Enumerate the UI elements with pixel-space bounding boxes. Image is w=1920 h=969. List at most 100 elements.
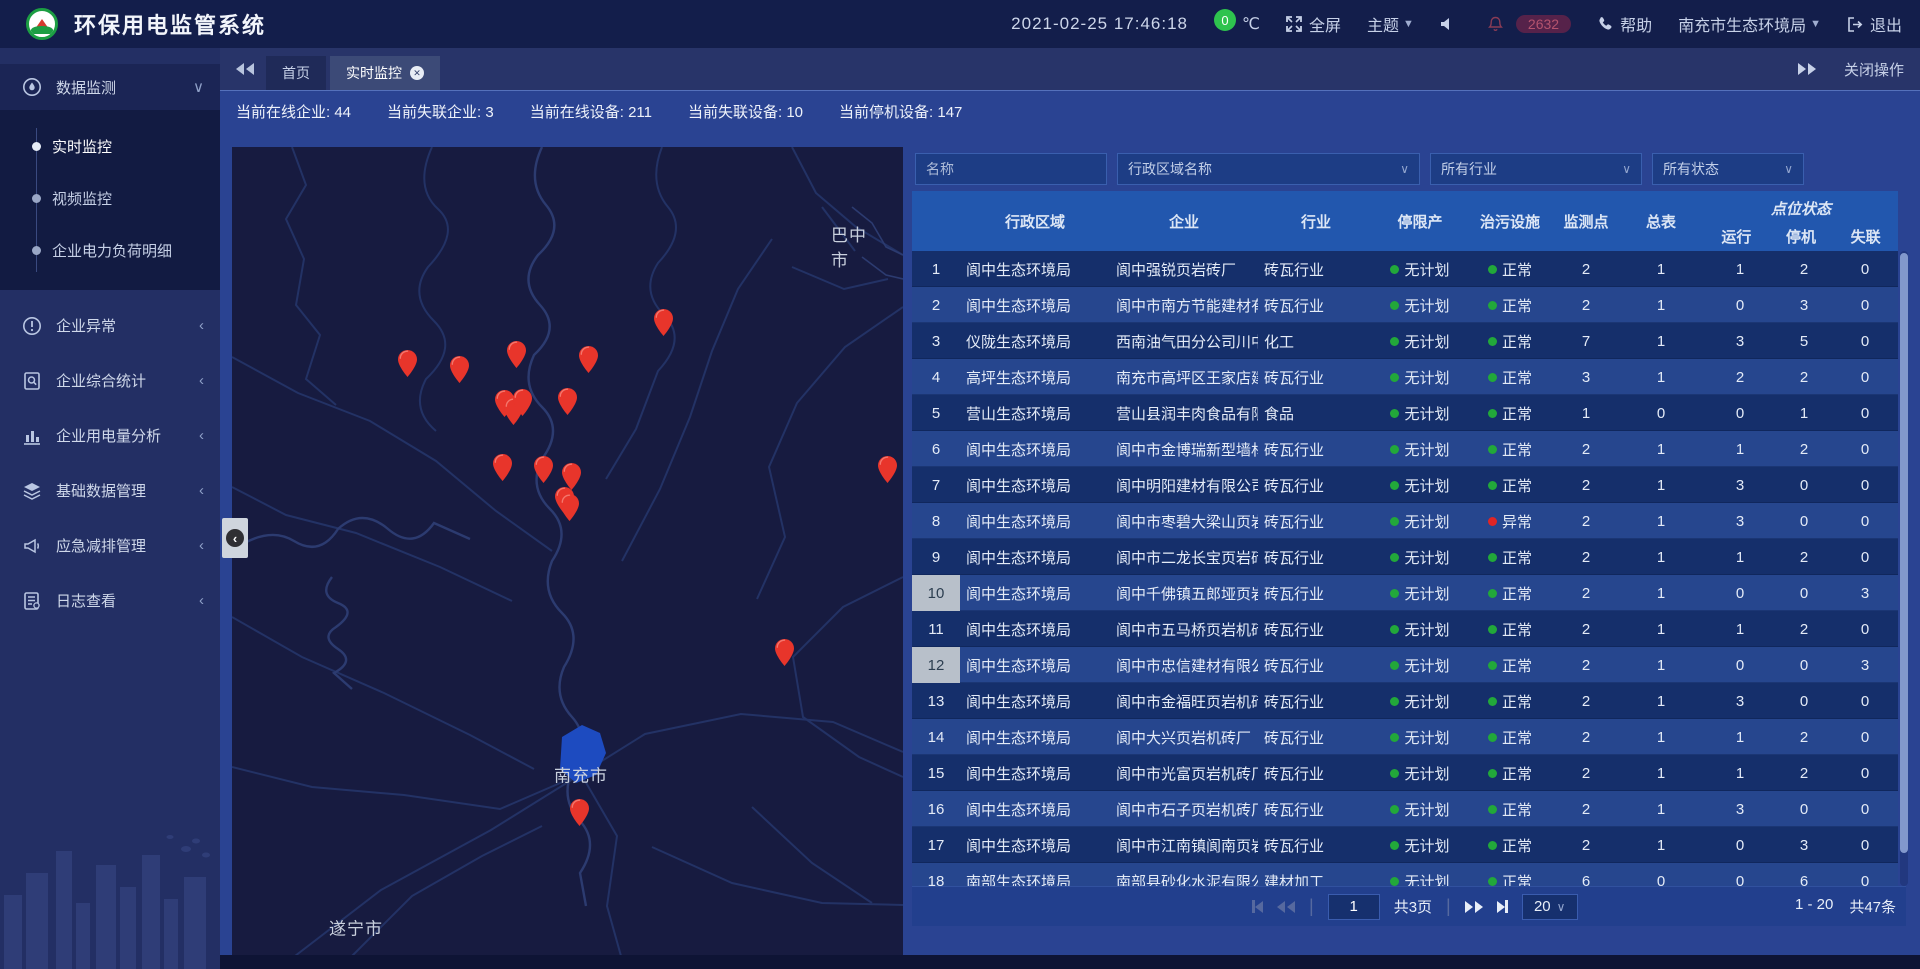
table-row[interactable]: 1 阆中生态环境局 阆中强锐页岩砖厂 砖瓦行业 无计划 正常 2 1 1 2 0	[912, 251, 1898, 287]
cell-industry: 砖瓦行业	[1258, 431, 1374, 467]
map-pin[interactable]	[450, 356, 469, 383]
chevron-down-icon: ∨	[1400, 162, 1409, 176]
sidebar-section-enterprise-statistics[interactable]: 企业综合统计 ‹	[0, 353, 220, 408]
status-select[interactable]: 所有状态 ∨	[1652, 153, 1804, 185]
status-dot-icon	[1488, 661, 1497, 670]
sidebar-section-data-monitor[interactable]: 数据监测 ∨	[0, 64, 220, 110]
table-row[interactable]: 10 阆中生态环境局 阆中千佛镇五郎垭页岩 砖瓦行业 无计划 正常 2 1 0 …	[912, 575, 1898, 611]
table-scrollbar[interactable]	[1900, 251, 1908, 886]
cell-monitor-points: 2	[1554, 827, 1618, 863]
app-root: 环保用电监管系统 2021-02-25 17:46:18 0 ℃ 全屏 主题 ▼	[0, 0, 1920, 969]
water-monitor-icon	[22, 77, 42, 97]
map-pin[interactable]	[507, 341, 526, 368]
theme-dropdown[interactable]: 主题 ▼	[1367, 12, 1414, 36]
map-pin[interactable]	[398, 350, 417, 377]
sidebar-section-emergency-reduction[interactable]: 应急减排管理 ‹	[0, 518, 220, 573]
chevron-left-icon: ‹	[199, 592, 204, 609]
table-row[interactable]: 8 阆中生态环境局 阆中市枣碧大梁山页岩 砖瓦行业 无计划 异常 2 1 3 0…	[912, 503, 1898, 539]
sidebar-section-base-data[interactable]: 基础数据管理 ‹	[0, 463, 220, 518]
table-row[interactable]: 18 南部生态环境局 南部县砂化水泥有限公 建材加工 无计划 正常 6 0 0 …	[912, 863, 1898, 886]
group-header-label: 点位状态	[1704, 191, 1898, 221]
fullscreen-button[interactable]: 全屏	[1286, 12, 1341, 36]
tabs-scroll-right-button[interactable]	[1798, 63, 1816, 75]
cell-halt-count: 2	[1776, 539, 1832, 575]
map-pin[interactable]	[513, 389, 532, 416]
chevron-left-icon: ‹	[199, 372, 204, 389]
temperature-value-badge: 0	[1214, 9, 1236, 31]
table-body: 1 阆中生态环境局 阆中强锐页岩砖厂 砖瓦行业 无计划 正常 2 1 1 2 0…	[912, 251, 1898, 886]
last-page-button[interactable]	[1497, 900, 1508, 913]
industry-select[interactable]: 所有行业 ∨	[1430, 153, 1642, 185]
tab-realtime-monitor[interactable]: 实时监控 ✕	[330, 56, 440, 90]
cell-industry: 砖瓦行业	[1258, 755, 1374, 791]
map-pin[interactable]	[493, 454, 512, 481]
table-row[interactable]: 9 阆中生态环境局 阆中市二龙长宝页岩砖 砖瓦行业 无计划 正常 2 1 1 2…	[912, 539, 1898, 575]
cell-industry: 砖瓦行业	[1258, 467, 1374, 503]
close-operations-button[interactable]: 关闭操作	[1844, 59, 1904, 80]
cell-facility-status: 正常	[1466, 575, 1554, 611]
cell-total-meters: 1	[1618, 287, 1704, 323]
prev-page-button[interactable]	[1277, 901, 1295, 913]
cell-facility-status: 正常	[1466, 359, 1554, 395]
table-row[interactable]: 4 高坪生态环境局 南充市高坪区王家店建 砖瓦行业 无计划 正常 3 1 2 2…	[912, 359, 1898, 395]
region-select[interactable]: 行政区域名称 ∨	[1117, 153, 1420, 185]
table-row[interactable]: 13 阆中生态环境局 阆中市金福旺页岩机砖 砖瓦行业 无计划 正常 2 1 3 …	[912, 683, 1898, 719]
map-pin[interactable]	[560, 494, 579, 521]
cell-facility-status: 正常	[1466, 755, 1554, 791]
map-panel[interactable]: 巴中市南充市遂宁市	[232, 147, 903, 956]
cell-region: 阆中生态环境局	[960, 719, 1110, 755]
table-row[interactable]: 15 阆中生态环境局 阆中市光富页岩机砖厂 砖瓦行业 无计划 正常 2 1 1 …	[912, 755, 1898, 791]
table-row[interactable]: 7 阆中生态环境局 阆中明阳建材有限公司 砖瓦行业 无计划 正常 2 1 3 0…	[912, 467, 1898, 503]
map-pin[interactable]	[558, 388, 577, 415]
table-row[interactable]: 6 阆中生态环境局 阆中市金博瑞新型墙材 砖瓦行业 无计划 正常 2 1 1 2…	[912, 431, 1898, 467]
map-pin[interactable]	[579, 346, 598, 373]
org-dropdown[interactable]: 南充市生态环境局 ▼	[1678, 12, 1821, 36]
logout-button[interactable]: 退出	[1847, 12, 1902, 36]
cell-region: 阆中生态环境局	[960, 683, 1110, 719]
map-pin[interactable]	[570, 799, 589, 826]
status-dot-icon	[1390, 841, 1399, 850]
table-row[interactable]: 12 阆中生态环境局 阆中市忠信建材有限公 砖瓦行业 无计划 正常 2 1 0 …	[912, 647, 1898, 683]
table-row[interactable]: 5 营山生态环境局 营山县润丰肉食品有限 食品 无计划 正常 1 0 0 1 0	[912, 395, 1898, 431]
sidebar-section-enterprise-abnormal[interactable]: 企业异常 ‹	[0, 298, 220, 353]
cell-industry: 食品	[1258, 395, 1374, 431]
sidebar-item-power-load-detail[interactable]: 企业电力负荷明细	[0, 224, 220, 276]
table-row[interactable]: 17 阆中生态环境局 阆中市江南镇阆南页岩 砖瓦行业 无计划 正常 2 1 0 …	[912, 827, 1898, 863]
col-header-facility: 治污设施	[1466, 191, 1554, 251]
chevron-down-icon: ▼	[1403, 18, 1414, 30]
page-number-input[interactable]: 1	[1328, 894, 1380, 920]
sidebar-collapse-button[interactable]: ‹	[222, 518, 248, 558]
cell-halt-count: 0	[1776, 791, 1832, 827]
name-search-field[interactable]	[915, 153, 1107, 185]
sidebar-item-realtime-monitor[interactable]: 实时监控	[0, 120, 220, 172]
close-icon[interactable]: ✕	[410, 66, 424, 80]
tabs-scroll-left-button[interactable]	[220, 48, 266, 90]
cell-monitor-points: 3	[1554, 359, 1618, 395]
table-row[interactable]: 2 阆中生态环境局 阆中市南方节能建材有 砖瓦行业 无计划 正常 2 1 0 3…	[912, 287, 1898, 323]
map-pin[interactable]	[534, 456, 553, 483]
help-button[interactable]: 帮助	[1597, 12, 1652, 36]
cell-region: 阆中生态环境局	[960, 791, 1110, 827]
sidebar-item-video-monitor[interactable]: 视频监控	[0, 172, 220, 224]
speaker-button[interactable]	[1440, 17, 1462, 31]
page-size-select[interactable]: 20 ∨	[1522, 894, 1578, 920]
table-row[interactable]: 11 阆中生态环境局 阆中市五马桥页岩机砖 砖瓦行业 无计划 正常 2 1 1 …	[912, 611, 1898, 647]
next-page-button[interactable]	[1465, 901, 1483, 913]
scrollbar-thumb[interactable]	[1900, 253, 1908, 853]
notifications-button[interactable]: 2632	[1488, 15, 1571, 33]
map-pin[interactable]	[654, 309, 673, 336]
map-pin[interactable]	[775, 639, 794, 666]
sidebar-section-power-analysis[interactable]: 企业用电量分析 ‹	[0, 408, 220, 463]
sidebar-section-log-view[interactable]: 日志查看 ‹	[0, 573, 220, 628]
table-row[interactable]: 14 阆中生态环境局 阆中大兴页岩机砖厂 砖瓦行业 无计划 正常 2 1 1 2…	[912, 719, 1898, 755]
table-row[interactable]: 16 阆中生态环境局 阆中市石子页岩机砖厂 砖瓦行业 无计划 正常 2 1 3 …	[912, 791, 1898, 827]
map-pin[interactable]	[878, 456, 897, 483]
cell-company: 阆中市忠信建材有限公	[1110, 647, 1258, 683]
cell-lost-count: 0	[1832, 863, 1898, 886]
name-search-input[interactable]	[926, 161, 1096, 177]
table-row[interactable]: 3 仪陇生态环境局 西南油气田分公司川中 化工 无计划 正常 7 1 3 5 0	[912, 323, 1898, 359]
first-page-button[interactable]	[1252, 900, 1263, 913]
tab-home[interactable]: 首页	[266, 56, 326, 90]
tab-label: 首页	[282, 63, 310, 83]
map-pin[interactable]	[562, 463, 581, 490]
